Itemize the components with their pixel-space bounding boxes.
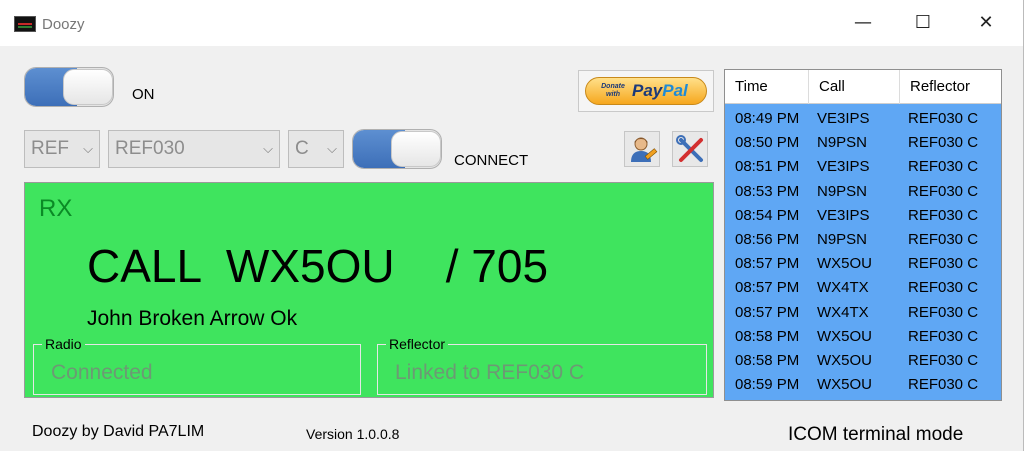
log-row[interactable]: 08:54 PM VE3IPS REF030 C [725,204,1001,228]
call-display: CALL WX5OU / 705 [87,240,549,292]
connect-label: CONNECT [454,152,529,169]
ref-type-select[interactable]: REF ⌵ [24,130,100,168]
log-cell-time: 08:58 PM [735,352,800,369]
log-row[interactable]: 08:58 PM WX5OU REF030 C [725,325,1001,349]
window-title: Doozy [42,16,85,33]
column-header-time[interactable]: Time [725,70,809,104]
log-cell-time: 08:51 PM [735,158,800,176]
log-cell-reflector: REF030 C [908,182,979,200]
log-header: Time Call Reflector [725,70,1001,104]
log-cell-reflector: REF030 C [908,110,979,127]
close-button[interactable]: ✕ [963,8,1009,38]
connect-toggle[interactable] [352,129,442,169]
log-cell-time: 08:54 PM [735,206,800,224]
log-row[interactable]: 08:57 PM WX5OU REF030 C [725,252,1001,276]
log-row[interactable]: 08:53 PM N9PSN REF030 C [725,180,1001,204]
power-toggle[interactable] [24,67,114,107]
reflector-group-title: Reflector [386,336,449,352]
log-cell-call: WX4TX [817,279,869,297]
log-cell-reflector: REF030 C [908,134,979,152]
caller-name: John Broken Arrow Ok [87,307,298,330]
paypal-brand-pay: Pay [632,81,663,100]
user-edit-icon [631,137,658,162]
mode-label: ICOM terminal mode [788,424,964,445]
log-cell-call: VE3IPS [817,158,870,176]
log-cell-call: WX5OU [817,352,873,369]
log-row[interactable]: 08:49 PM VE3IPS REF030 C [725,107,1001,131]
log-cell-time: 08:53 PM [735,182,800,200]
log-cell-time: 08:56 PM [735,231,800,248]
power-label: ON [132,86,155,103]
column-header-reflector[interactable]: Reflector [900,70,1001,104]
log-cell-call: WX4TX [817,303,869,321]
paypal-logo: Donate with PayPal [585,77,707,105]
module-select-value: C [295,138,309,159]
log-cell-time: 08:57 PM [735,279,800,297]
log-cell-time: 08:50 PM [735,134,800,152]
toggle-knob[interactable] [63,69,113,105]
log-row[interactable]: 08:59 PM WX5OU REF030 C [725,373,1001,397]
user-settings-button[interactable] [624,131,660,167]
log-cell-reflector: REF030 C [908,279,979,297]
rx-panel: RX CALL WX5OU / 705 John Broken Arrow Ok… [24,182,714,398]
log-cell-call: WX5OU [817,327,873,345]
log-cell-call: N9PSN [817,182,868,200]
log-cell-time: 08:49 PM [735,110,800,127]
chevron-down-icon: ⌵ [263,141,273,156]
author-label: Doozy by David PA7LIM [32,423,205,440]
reflector-status: Linked to REF030 C [395,361,585,384]
log-cell-reflector: REF030 C [908,158,979,176]
log-row[interactable]: 08:57 PM WX4TX REF030 C [725,276,1001,300]
module-select[interactable]: C ⌵ [288,130,344,168]
log-cell-reflector: REF030 C [908,255,979,273]
log-cell-call: VE3IPS [817,110,870,127]
log-cell-reflector: REF030 C [908,327,979,345]
log-cell-call: N9PSN [817,134,868,152]
log-cell-call: N9PSN [817,231,868,248]
log-cell-reflector: REF030 C [908,206,979,224]
log-cell-time: 08:57 PM [735,303,800,321]
minimize-button[interactable]: — [840,8,886,38]
chevron-down-icon: ⌵ [83,141,93,156]
log-cell-reflector: REF030 C [908,376,979,394]
version-label: Version 1.0.0.8 [306,426,400,442]
paypal-brand: PayPal [632,81,688,101]
reflector-groupbox: Reflector Linked to REF030 C [377,336,707,395]
reflector-select-value: REF030 [115,138,185,159]
rx-label: RX [39,195,73,222]
tools-icon [676,135,703,162]
chevron-down-icon: ⌵ [327,141,337,156]
ref-type-value: REF [31,138,69,159]
tools-button[interactable] [672,131,708,167]
log-cell-time: 08:59 PM [735,376,800,394]
log-cell-call: WX5OU [817,255,873,273]
app-icon [14,16,36,32]
maximize-button[interactable]: ☐ [900,8,946,38]
log-cell-reflector: REF030 C [908,303,979,321]
title-bar: Doozy — ☐ ✕ [0,0,1024,46]
log-row[interactable]: 08:58 PM WX5OU REF030 C [725,349,1001,373]
log-cell-call: WX5OU [817,376,873,394]
radio-groupbox: Radio Connected [33,336,361,395]
paypal-brand-pal: Pal [662,81,688,100]
log-cell-call: VE3IPS [817,206,870,224]
paypal-donate-text: Donate with [601,83,625,98]
log-row[interactable]: 08:56 PM N9PSN REF030 C [725,228,1001,252]
log-row[interactable]: 08:51 PM VE3IPS REF030 C [725,155,1001,179]
log-row[interactable]: 08:50 PM N9PSN REF030 C [725,131,1001,155]
reflector-select[interactable]: REF030 ⌵ [108,130,280,168]
log-row[interactable]: 08:57 PM WX4TX REF030 C [725,301,1001,325]
paypal-donate-button[interactable]: Donate with PayPal [578,70,714,112]
radio-group-title: Radio [42,336,85,352]
log-cell-reflector: REF030 C [908,352,979,369]
log-cell-reflector: REF030 C [908,231,979,248]
heard-log-list[interactable]: Time Call Reflector 08:49 PM VE3IPS REF030… [724,69,1002,401]
toggle-knob[interactable] [391,131,441,167]
log-cell-time: 08:57 PM [735,255,800,273]
column-header-call[interactable]: Call [809,70,900,104]
log-cell-time: 08:58 PM [735,327,800,345]
radio-status: Connected [51,361,153,384]
